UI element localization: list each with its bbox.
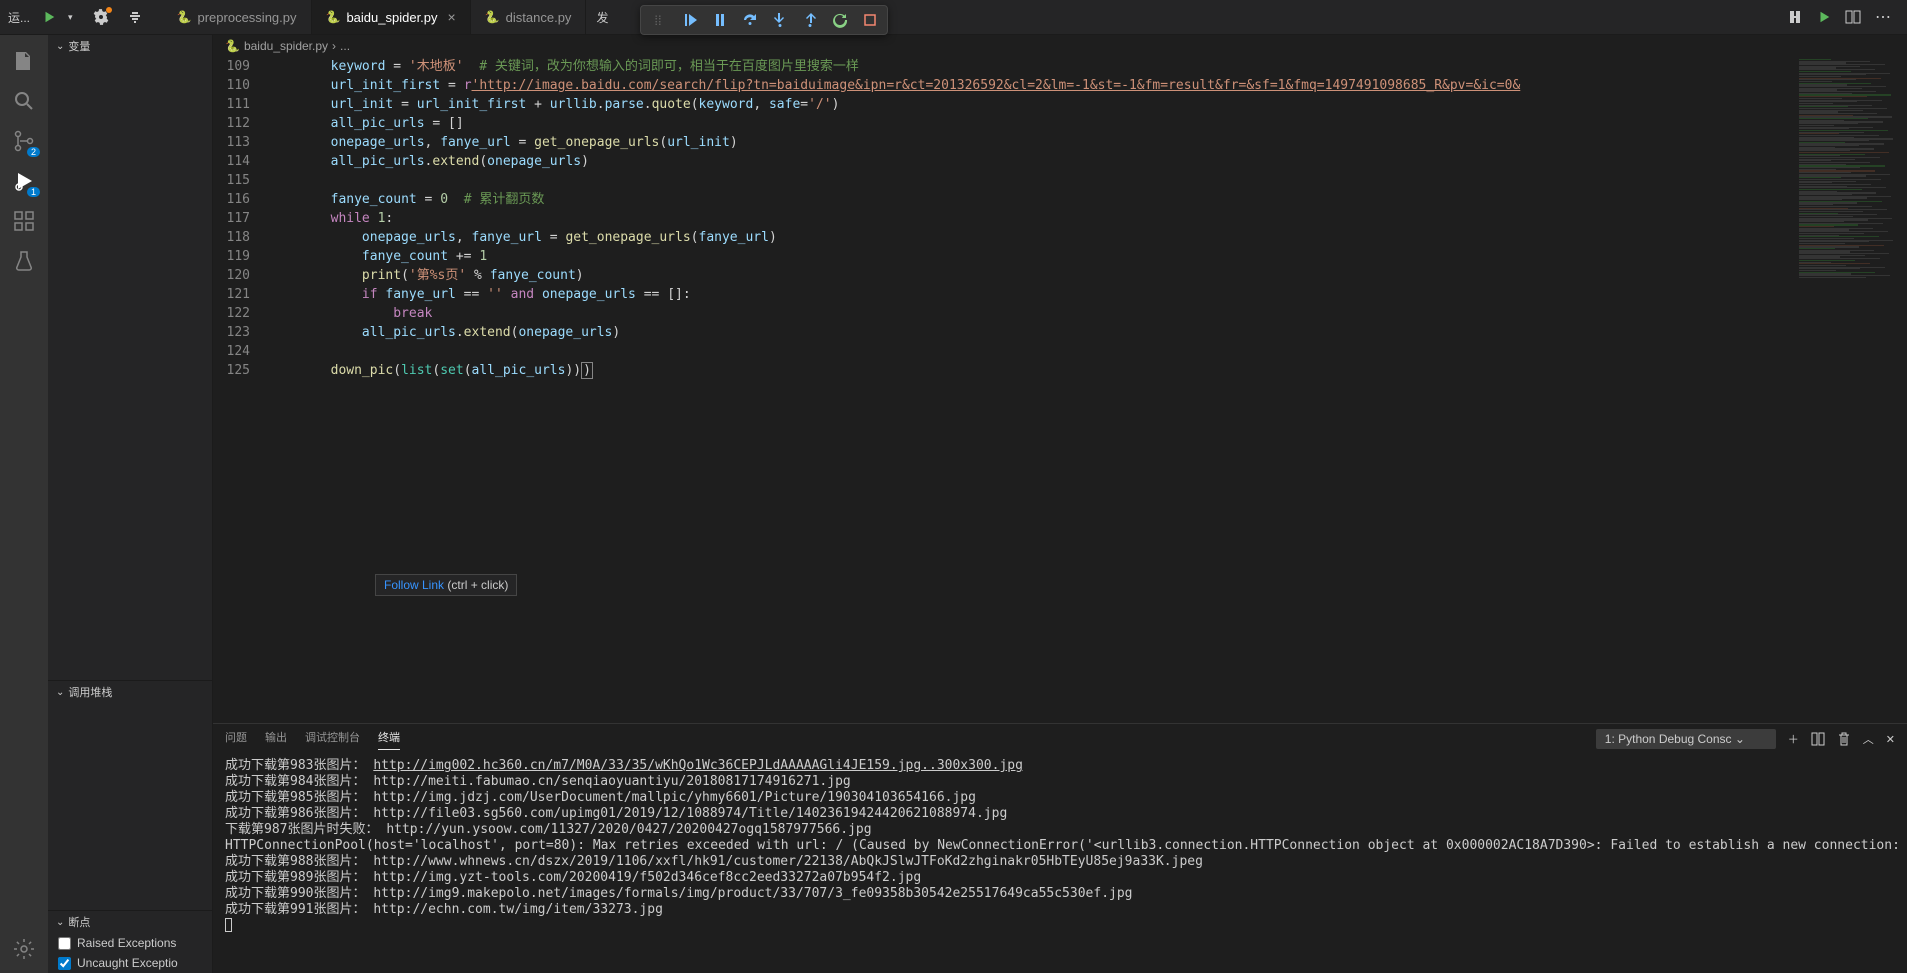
python-icon: 🐍 bbox=[225, 39, 240, 53]
editor-tab[interactable]: 🐍 distance.py bbox=[471, 0, 587, 34]
chevron-down-icon: ⌄ bbox=[56, 41, 64, 52]
terminal-output[interactable]: 成功下载第983张图片： http://img002.hc360.cn/m7/M… bbox=[213, 754, 1907, 973]
breadcrumb-sep: › bbox=[332, 39, 336, 53]
checkbox[interactable] bbox=[58, 937, 71, 950]
terminal-tab[interactable]: 调试控制台 bbox=[305, 729, 360, 749]
compare-icon[interactable] bbox=[1787, 9, 1803, 25]
explorer-icon[interactable] bbox=[0, 41, 48, 81]
top-bar: 运... ▾ 🐍 preprocessing.py 🐍 baidu_spider.py… bbox=[0, 0, 1907, 35]
python-icon: 🐍 bbox=[485, 10, 500, 24]
breadcrumb-file[interactable]: baidu_spider.py bbox=[244, 39, 328, 53]
no-config-icon[interactable] bbox=[127, 9, 143, 25]
tab-label: preprocessing.py bbox=[198, 10, 297, 25]
more-icon[interactable]: ⋯ bbox=[1875, 7, 1891, 27]
breakpoint-raised[interactable]: Raised Exceptions bbox=[48, 933, 212, 953]
source-control-icon[interactable]: 2 bbox=[0, 121, 48, 161]
variables-header[interactable]: ⌄变量 bbox=[48, 35, 212, 57]
search-icon[interactable] bbox=[0, 81, 48, 121]
kill-terminal-icon[interactable] bbox=[1837, 732, 1851, 746]
breakpoints-header[interactable]: ⌄断点 bbox=[48, 911, 212, 933]
close-panel-icon[interactable]: ✕ bbox=[1886, 733, 1895, 746]
chevron-down-icon: ⌄ bbox=[56, 687, 64, 698]
split-terminal-icon[interactable] bbox=[1811, 732, 1825, 746]
terminal-tab[interactable]: 终端 bbox=[378, 729, 400, 750]
breakpoint-uncaught[interactable]: Uncaught Exceptio bbox=[48, 953, 212, 973]
activity-bar: 2 1 bbox=[0, 35, 48, 973]
run-file-icon[interactable] bbox=[1817, 10, 1831, 24]
extensions-icon[interactable] bbox=[0, 201, 48, 241]
maximize-icon[interactable]: ︿ bbox=[1863, 731, 1874, 747]
continue-icon[interactable] bbox=[677, 8, 703, 32]
drag-handle-icon[interactable]: ⁞⁞ bbox=[645, 8, 671, 32]
editor-tabs: 🐍 preprocessing.py 🐍 baidu_spider.py × 🐍 dista… bbox=[163, 0, 587, 34]
truncated-menu[interactable]: 发 bbox=[596, 9, 608, 26]
debug-toolbar[interactable]: ⁞⁞ bbox=[640, 5, 888, 35]
side-panel: ⌄变量 ⌄调用堆栈 ⌄断点 Raised Exceptions Uncaught… bbox=[48, 35, 213, 973]
stop-icon[interactable] bbox=[857, 8, 883, 32]
minimap[interactable] bbox=[1797, 57, 1907, 723]
callstack-header[interactable]: ⌄调用堆栈 bbox=[48, 681, 212, 703]
editor[interactable]: 1091101111121131141151161171181191201211… bbox=[213, 57, 1907, 723]
breakpoint-label: Raised Exceptions bbox=[77, 936, 176, 950]
gear-icon[interactable] bbox=[93, 9, 109, 25]
restart-icon[interactable] bbox=[827, 8, 853, 32]
settings-icon[interactable] bbox=[0, 925, 48, 973]
terminal-tab[interactable]: 问题 bbox=[225, 729, 247, 749]
python-icon: 🐍 bbox=[177, 10, 192, 24]
test-icon[interactable] bbox=[0, 241, 48, 281]
step-out-icon[interactable] bbox=[797, 8, 823, 32]
terminal-tab[interactable]: 输出 bbox=[265, 729, 287, 749]
tab-label: distance.py bbox=[506, 10, 572, 25]
play-icon[interactable] bbox=[42, 10, 56, 24]
step-into-icon[interactable] bbox=[767, 8, 793, 32]
close-icon[interactable]: × bbox=[448, 9, 456, 25]
editor-tab[interactable]: 🐍 preprocessing.py bbox=[163, 0, 312, 34]
dropdown-caret-icon[interactable]: ▾ bbox=[68, 12, 73, 23]
breadcrumb[interactable]: 🐍 baidu_spider.py › ... bbox=[213, 35, 1907, 57]
run-debug-icon[interactable]: 1 bbox=[0, 161, 48, 201]
terminal-selector[interactable]: 1: Python Debug Consc ⌄ bbox=[1596, 729, 1776, 749]
breadcrumb-rest[interactable]: ... bbox=[340, 39, 350, 53]
terminal-tabs: 问题输出调试控制台终端 1: Python Debug Consc ⌄ ＋ ︿ … bbox=[213, 724, 1907, 754]
python-icon: 🐍 bbox=[326, 10, 341, 24]
pause-icon[interactable] bbox=[707, 8, 733, 32]
run-menu[interactable]: 运... bbox=[8, 9, 30, 26]
link-tooltip: Follow Link (ctrl + click) bbox=[375, 574, 517, 596]
split-editor-icon[interactable] bbox=[1845, 9, 1861, 25]
editor-tab[interactable]: 🐍 baidu_spider.py × bbox=[312, 0, 471, 34]
checkbox[interactable] bbox=[58, 957, 71, 970]
breakpoint-label: Uncaught Exceptio bbox=[77, 956, 178, 970]
tab-label: baidu_spider.py bbox=[346, 10, 437, 25]
chevron-down-icon: ⌄ bbox=[56, 917, 64, 928]
new-terminal-icon[interactable]: ＋ bbox=[1788, 731, 1799, 747]
terminal-panel: 问题输出调试控制台终端 1: Python Debug Consc ⌄ ＋ ︿ … bbox=[213, 723, 1907, 973]
step-over-icon[interactable] bbox=[737, 8, 763, 32]
